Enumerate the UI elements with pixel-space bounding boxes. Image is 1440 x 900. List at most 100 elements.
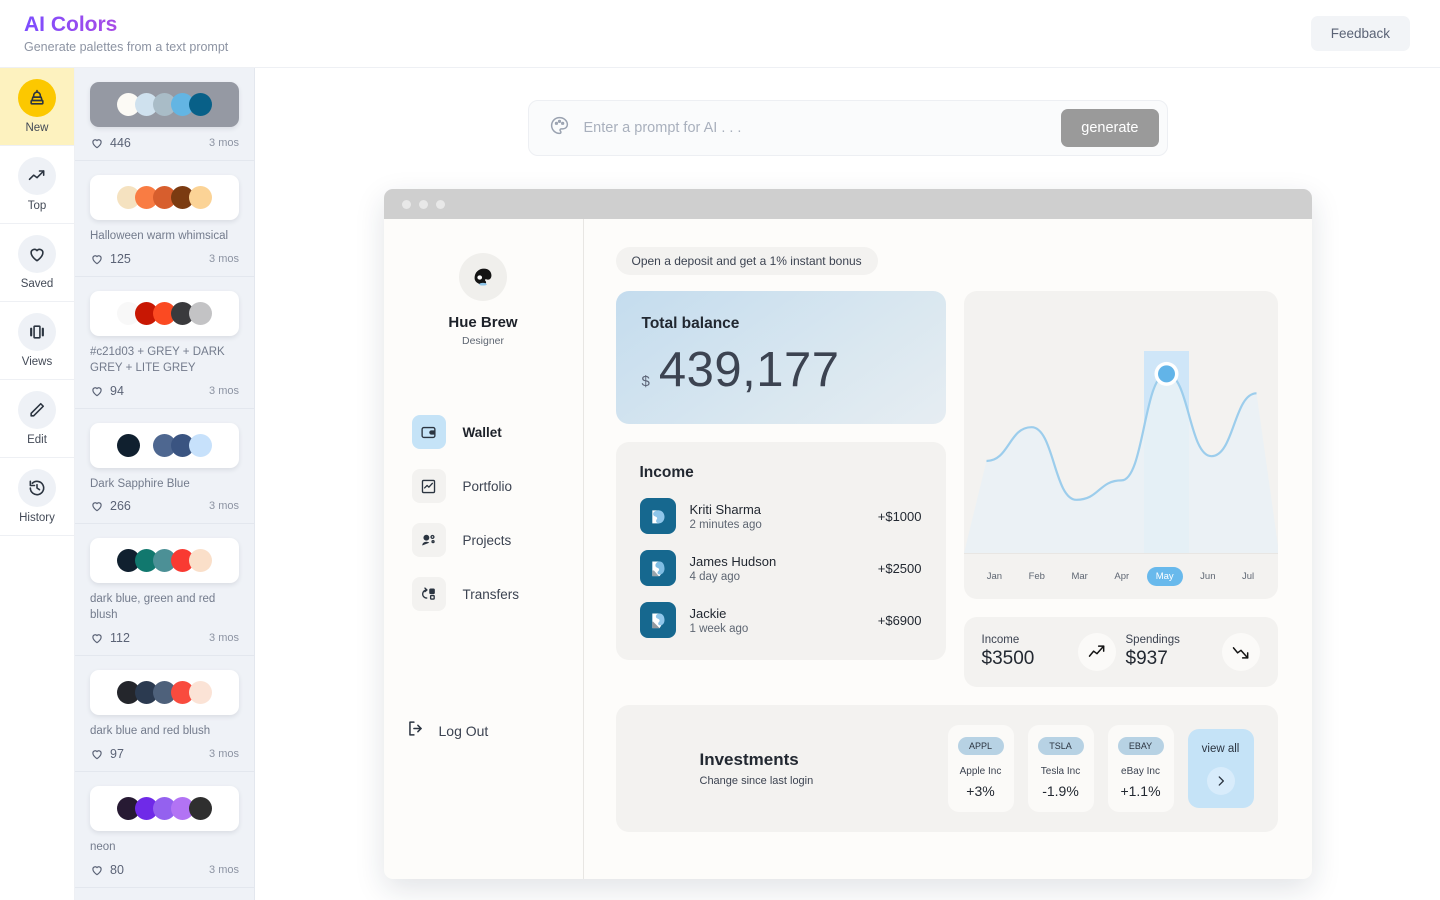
body-row: New Top Saved: [0, 68, 1440, 900]
sidebar-item-top[interactable]: Top: [0, 146, 74, 224]
income-row[interactable]: Jackie 1 week ago +$6900: [640, 602, 922, 638]
chart-x-axis: Jan Feb Mar Apr May Jun Jul: [964, 553, 1278, 599]
preview-nav-portfolio[interactable]: Portfolio: [412, 469, 555, 503]
window-dot[interactable]: [402, 200, 411, 209]
sidebar-item-new[interactable]: New: [0, 68, 74, 146]
balance-row: $ 439,177: [642, 342, 920, 398]
sidebar-item-history[interactable]: History: [0, 458, 74, 536]
investment-tile-appl[interactable]: APPL Apple Inc +3%: [948, 725, 1014, 812]
income-card: Income: [616, 442, 946, 660]
palette-swatch[interactable]: [90, 786, 239, 831]
chart-marker[interactable]: [1158, 365, 1175, 382]
investment-tile-tsla[interactable]: TSLA Tesla Inc -1.9%: [1028, 725, 1094, 812]
trending-down-icon: [1222, 633, 1260, 671]
generate-button[interactable]: generate: [1061, 109, 1158, 147]
like-count-value: 80: [110, 863, 124, 877]
list-item[interactable]: neon 80 3 mos: [75, 772, 254, 888]
swatch-dots: [117, 93, 212, 116]
income-text: James Hudson 4 day ago: [690, 554, 864, 583]
avatar-illustration: [645, 503, 671, 529]
chart-box-icon: [412, 469, 446, 503]
palette-name: Halloween warm whimsical: [90, 229, 239, 245]
sidebar-item-edit[interactable]: Edit: [0, 380, 74, 458]
chart-x-tick[interactable]: Jul: [1233, 567, 1263, 586]
investment-tile-ebay[interactable]: EBAY eBay Inc +1.1%: [1108, 725, 1174, 812]
list-item[interactable]: 446 3 mos: [75, 68, 254, 161]
sidebar-item-label: New: [25, 122, 48, 134]
palette-swatch[interactable]: [90, 670, 239, 715]
swatch-dot: [189, 681, 212, 704]
heart-icon: [90, 136, 104, 150]
palette-list[interactable]: 446 3 mos Halloween warm whimsical 125 3…: [75, 68, 255, 900]
income-time: 1 week ago: [690, 623, 864, 635]
window-dot[interactable]: [436, 200, 445, 209]
balance-currency: $: [642, 373, 650, 390]
investments-card: Investments Change since last login APPL…: [616, 705, 1278, 832]
contact-avatar: [640, 550, 676, 586]
palette-name: dark blue, green and red blush: [90, 592, 239, 624]
main-canvas: generate: [255, 68, 1440, 900]
chart-x-tick[interactable]: Mar: [1062, 567, 1096, 586]
heart-icon: [90, 631, 104, 645]
palette-age: 3 mos: [209, 253, 239, 265]
palette-swatch[interactable]: [90, 423, 239, 468]
chart-x-tick[interactable]: Apr: [1105, 567, 1138, 586]
window-titlebar: [384, 189, 1312, 219]
palette-meta: 125 3 mos: [90, 252, 239, 266]
spending-chart[interactable]: Jan Feb Mar Apr May Jun Jul: [964, 291, 1278, 599]
list-item[interactable]: dark blue, green and red blush 112 3 mos: [75, 524, 254, 656]
trending-up-icon: [18, 157, 56, 195]
stat-value: $3500: [982, 648, 1035, 670]
income-amount: +$2500: [878, 561, 922, 576]
deposit-banner[interactable]: Open a deposit and get a 1% instant bonu…: [616, 247, 878, 275]
income-time: 4 day ago: [690, 571, 864, 583]
palette-age: 3 mos: [209, 864, 239, 876]
palette-meta: 112 3 mos: [90, 631, 239, 645]
swatch-dots: [117, 549, 212, 572]
palette-meta: 94 3 mos: [90, 384, 239, 398]
stat-text: Income $3500: [982, 634, 1035, 670]
preview-nav-transfers[interactable]: Transfers: [412, 577, 555, 611]
list-item[interactable]: #c21d03 + GREY + DARK GREY + LITE GREY 9…: [75, 277, 254, 409]
balance-title: Total balance: [642, 315, 920, 333]
sidebar-item-views[interactable]: Views: [0, 302, 74, 380]
palette-age: 3 mos: [209, 632, 239, 644]
swatch-dots: [117, 681, 212, 704]
window-dot[interactable]: [419, 200, 428, 209]
chart-x-tick[interactable]: Jan: [978, 567, 1011, 586]
palette-swatch[interactable]: [90, 538, 239, 583]
avatar-illustration: [645, 555, 671, 581]
stats-card: Income $3500: [964, 617, 1278, 687]
preview-nav-projects[interactable]: Projects: [412, 523, 555, 557]
income-row[interactable]: James Hudson 4 day ago +$2500: [640, 550, 922, 586]
chart-area: [964, 374, 1278, 553]
chevron-right-icon: [1207, 767, 1235, 795]
chart-x-tick[interactable]: May: [1147, 567, 1183, 586]
palette-swatch[interactable]: [90, 291, 239, 336]
sidebar-item-label: History: [19, 512, 55, 524]
swatch-dots: [117, 302, 212, 325]
avatar: [459, 253, 507, 301]
list-item[interactable]: Halloween warm whimsical 125 3 mos: [75, 161, 254, 277]
logout-button[interactable]: Log Out: [384, 719, 583, 743]
chart-x-tick[interactable]: Feb: [1020, 567, 1054, 586]
palette-meta: 80 3 mos: [90, 863, 239, 877]
like-count: 97: [90, 747, 124, 761]
palette-swatch[interactable]: [90, 82, 239, 127]
list-item[interactable]: dark blue and red blush 97 3 mos: [75, 656, 254, 772]
preview-window: Hue Brew Designer Wallet: [384, 189, 1312, 879]
preview-nav-wallet[interactable]: Wallet: [412, 415, 555, 449]
view-all-button[interactable]: view all: [1188, 729, 1254, 808]
income-row[interactable]: Kriti Sharma 2 minutes ago +$1000: [640, 498, 922, 534]
company-name: eBay Inc: [1108, 766, 1174, 777]
feedback-button[interactable]: Feedback: [1311, 16, 1410, 51]
preview-user-name: Hue Brew: [448, 314, 517, 331]
prompt-input[interactable]: [584, 120, 1048, 136]
contact-avatar: [640, 602, 676, 638]
list-item[interactable]: Dark Sapphire Blue 266 3 mos: [75, 409, 254, 525]
income-text: Jackie 1 week ago: [690, 606, 864, 635]
chart-x-tick[interactable]: Jun: [1191, 567, 1224, 586]
like-count-value: 97: [110, 747, 124, 761]
palette-swatch[interactable]: [90, 175, 239, 220]
sidebar-item-saved[interactable]: Saved: [0, 224, 74, 302]
